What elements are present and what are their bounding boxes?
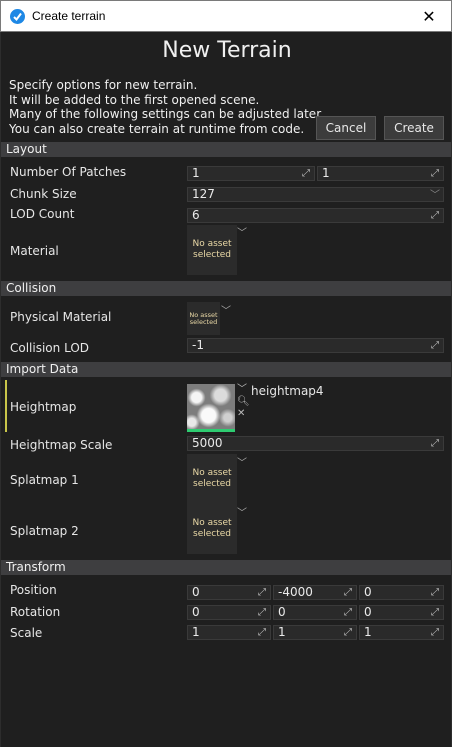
rotation-y-field[interactable]: 0 ⤢ bbox=[273, 605, 357, 620]
drag-icon[interactable]: ⤢ bbox=[343, 626, 353, 639]
heightmap-thumbnail[interactable] bbox=[187, 384, 235, 432]
rotation-x-field[interactable]: 0 ⤢ bbox=[187, 605, 271, 620]
rotation-x-value: 0 bbox=[192, 605, 200, 619]
position-x-field[interactable]: 0 ⤢ bbox=[187, 585, 271, 600]
section-transform[interactable]: Transform bbox=[1, 560, 451, 575]
position-x-value: 0 bbox=[192, 585, 200, 599]
drag-icon[interactable]: ⤢ bbox=[430, 606, 440, 619]
rotation-z-value: 0 bbox=[364, 605, 372, 619]
heightmap-label: Heightmap bbox=[10, 400, 77, 414]
drag-icon[interactable]: ⤢ bbox=[257, 606, 267, 619]
drag-icon[interactable]: ⤢ bbox=[430, 626, 440, 639]
rotation-y-value: 0 bbox=[278, 605, 286, 619]
section-collision[interactable]: Collision bbox=[1, 281, 451, 296]
position-z-field[interactable]: 0 ⤢ bbox=[359, 585, 444, 600]
chevron-down-icon[interactable]: ﹀ bbox=[237, 224, 247, 239]
app-logo-icon bbox=[10, 9, 25, 24]
splatmap2-asset-picker[interactable]: No asset selected bbox=[187, 504, 237, 554]
chunk-size-value: 127 bbox=[192, 187, 215, 201]
patches-y-field[interactable]: 1 ⤢ bbox=[317, 166, 444, 181]
lod-count-label: LOD Count bbox=[10, 207, 75, 221]
scale-label: Scale bbox=[10, 626, 43, 640]
splatmap1-label: Splatmap 1 bbox=[10, 473, 79, 487]
close-icon[interactable]: ✕ bbox=[407, 1, 451, 31]
window-title: Create terrain bbox=[32, 9, 106, 23]
chunk-size-select[interactable]: 127 ﹀ bbox=[187, 187, 444, 202]
physical-material-label: Physical Material bbox=[10, 310, 112, 324]
heightmap-scale-field[interactable]: 5000 ⤢ bbox=[187, 436, 444, 451]
scale-z-value: 1 bbox=[364, 625, 372, 639]
patches-y-value: 1 bbox=[322, 166, 330, 180]
collision-lod-value: -1 bbox=[192, 338, 204, 352]
material-label: Material bbox=[10, 244, 59, 258]
patches-label: Number Of Patches bbox=[10, 165, 127, 179]
drag-icon[interactable]: ⤢ bbox=[257, 586, 267, 599]
page-title: New Terrain bbox=[162, 38, 292, 63]
physical-material-asset-picker[interactable]: No asset selected bbox=[187, 302, 220, 335]
scale-y-value: 1 bbox=[278, 625, 286, 639]
heightmap-asset-name: heightmap4 bbox=[251, 384, 324, 398]
section-import-data[interactable]: Import Data bbox=[1, 362, 451, 377]
drag-icon[interactable]: ⤢ bbox=[430, 586, 440, 599]
splatmap1-asset-picker[interactable]: No asset selected bbox=[187, 454, 237, 504]
patches-x-value: 1 bbox=[192, 166, 200, 180]
position-y-value: -4000 bbox=[278, 585, 313, 599]
position-z-value: 0 bbox=[364, 585, 372, 599]
description-line: Many of the following settings can be ad… bbox=[9, 107, 324, 121]
lod-count-value: 6 bbox=[192, 208, 200, 222]
description-line: You can also create terrain at runtime f… bbox=[9, 121, 305, 136]
cancel-button[interactable]: Cancel bbox=[316, 116, 376, 140]
clear-icon[interactable]: ✕ bbox=[237, 408, 250, 420]
create-button[interactable]: Create bbox=[384, 116, 444, 140]
position-y-field[interactable]: -4000 ⤢ bbox=[273, 585, 357, 600]
collision-lod-field[interactable]: -1 ⤢ bbox=[187, 338, 444, 353]
splatmap2-label: Splatmap 2 bbox=[10, 524, 79, 538]
description: Specify options for new terrain. It will… bbox=[9, 78, 324, 136]
title-bar: Create terrain ✕ bbox=[0, 0, 452, 32]
dialog-body: New Terrain Specify options for new terr… bbox=[0, 32, 452, 747]
collision-lod-label: Collision LOD bbox=[10, 341, 90, 355]
drag-icon[interactable]: ⤢ bbox=[430, 209, 440, 222]
scale-x-value: 1 bbox=[192, 625, 200, 639]
drag-icon[interactable]: ⤢ bbox=[430, 167, 440, 180]
drag-icon[interactable]: ⤢ bbox=[301, 167, 311, 180]
drag-icon[interactable]: ⤢ bbox=[343, 586, 353, 599]
drag-icon[interactable]: ⤢ bbox=[430, 437, 440, 450]
material-asset-picker[interactable]: No asset selected bbox=[187, 225, 237, 275]
scale-z-field[interactable]: 1 ⤢ bbox=[359, 625, 444, 640]
lod-count-field[interactable]: 6 ⤢ bbox=[187, 208, 444, 223]
scale-x-field[interactable]: 1 ⤢ bbox=[187, 625, 271, 640]
chunk-size-label: Chunk Size bbox=[10, 187, 77, 201]
chevron-down-icon[interactable]: ﹀ bbox=[237, 384, 250, 396]
drag-icon[interactable]: ⤢ bbox=[430, 339, 440, 352]
description-line: Specify options for new terrain. bbox=[9, 78, 198, 92]
section-layout[interactable]: Layout bbox=[1, 142, 451, 157]
heightmap-scale-label: Heightmap Scale bbox=[10, 438, 113, 452]
chevron-down-icon[interactable]: ﹀ bbox=[221, 302, 231, 317]
rotation-z-field[interactable]: 0 ⤢ bbox=[359, 605, 444, 620]
chevron-down-icon[interactable]: ﹀ bbox=[237, 454, 247, 469]
description-line: It will be added to the first opened sce… bbox=[9, 92, 260, 107]
position-label: Position bbox=[10, 583, 57, 597]
patches-x-field[interactable]: 1 ⤢ bbox=[187, 166, 315, 181]
chevron-down-icon[interactable]: ﹀ bbox=[237, 504, 247, 519]
scale-y-field[interactable]: 1 ⤢ bbox=[273, 625, 357, 640]
chevron-down-icon: ﹀ bbox=[430, 190, 440, 201]
heightmap-scale-value: 5000 bbox=[192, 436, 223, 450]
heightmap-actions: ﹀ 🔍︎ ✕ bbox=[237, 384, 250, 420]
modified-indicator bbox=[5, 380, 7, 432]
drag-icon[interactable]: ⤢ bbox=[343, 606, 353, 619]
drag-icon[interactable]: ⤢ bbox=[257, 626, 267, 639]
search-icon[interactable]: 🔍︎ bbox=[237, 396, 250, 408]
rotation-label: Rotation bbox=[10, 605, 61, 619]
